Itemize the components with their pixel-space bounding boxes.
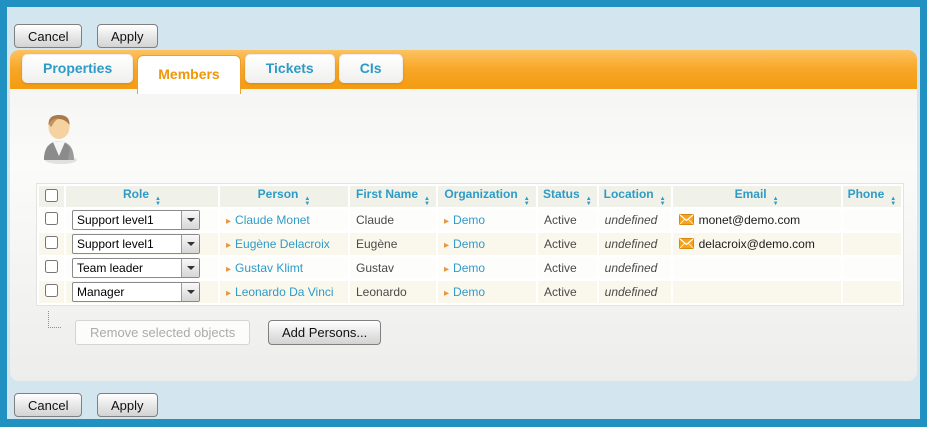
column-header-first-name: First Name▲▼: [350, 186, 436, 207]
chevron-down-icon: [181, 211, 199, 229]
table-row: Support level1 ▸Eugène Delacroix Eugène …: [39, 233, 901, 255]
person-icon: [38, 112, 80, 164]
select-all-checkbox[interactable]: [45, 189, 58, 202]
window-frame: Cancel Apply Properties Members Tickets …: [0, 0, 927, 427]
sort-icon[interactable]: ▲▼: [660, 197, 666, 207]
email-icon: [679, 214, 694, 225]
table-row: Support level1 ▸ Claude Monet Claude ▸ Dem…: [39, 209, 901, 231]
email-link[interactable]: delacroix@demo.com: [699, 237, 815, 251]
row-checkbox[interactable]: [45, 236, 58, 249]
organization-link[interactable]: Demo: [453, 285, 485, 299]
arrow-bullet-icon: ▸: [226, 264, 231, 275]
row-checkbox[interactable]: [45, 260, 58, 273]
chevron-down-icon: [181, 259, 199, 277]
phone-cell: [843, 281, 902, 303]
role-select[interactable]: Support level1: [72, 210, 200, 230]
first-name-cell: Gustav: [350, 257, 436, 279]
sort-icon[interactable]: ▲▼: [773, 197, 779, 207]
tab-panel: Properties Members Tickets CIs: [10, 50, 917, 381]
arrow-bullet-icon: ▸: [226, 240, 231, 251]
apply-button-bottom[interactable]: Apply: [97, 393, 158, 417]
row-checkbox[interactable]: [45, 212, 58, 225]
members-table-wrapper: Role▲▼ Person▲▼ First Name▲▼ Organizatio…: [36, 183, 904, 306]
role-select[interactable]: Team leader: [72, 258, 200, 278]
location-cell: undefined: [599, 281, 671, 303]
email-icon: [679, 238, 694, 249]
column-header-role: Role▲▼: [66, 186, 218, 207]
column-header-location: Location▲▼: [599, 186, 671, 207]
location-cell: undefined: [599, 209, 671, 231]
phone-cell: [843, 209, 902, 231]
tree-connector: [48, 311, 61, 328]
phone-cell: [843, 257, 902, 279]
table-row: Team leader ▸ Gustav Klimt Gustav ▸ Demo A…: [39, 257, 901, 279]
tab-bar: Properties Members Tickets CIs: [10, 50, 917, 89]
email-link[interactable]: monet@demo.com: [699, 213, 801, 227]
column-header-email: Email▲▼: [673, 186, 841, 207]
table-row: Manager ▸ Leonardo Da Vinci Leonardo ▸ Dem…: [39, 281, 901, 303]
sort-icon[interactable]: ▲▼: [586, 197, 592, 207]
arrow-bullet-icon: ▸: [444, 240, 449, 251]
organization-link[interactable]: Demo: [453, 237, 485, 251]
status-cell: Active: [538, 281, 597, 303]
location-cell: undefined: [599, 257, 671, 279]
column-header-person: Person▲▼: [220, 186, 348, 207]
organization-link[interactable]: Demo: [453, 261, 485, 275]
chevron-down-icon: [181, 283, 199, 301]
person-link[interactable]: Claude Monet: [235, 213, 310, 227]
arrow-bullet-icon: ▸: [444, 288, 449, 299]
person-link[interactable]: Leonardo Da Vinci: [235, 285, 334, 299]
apply-button-top[interactable]: Apply: [97, 24, 158, 48]
column-header-phone: Phone▲▼: [843, 186, 902, 207]
email-cell: [673, 257, 841, 279]
row-checkbox[interactable]: [45, 284, 58, 297]
status-cell: Active: [538, 209, 597, 231]
tab-members[interactable]: Members: [137, 55, 240, 94]
tab-tickets[interactable]: Tickets: [245, 54, 335, 83]
person-link[interactable]: Eugène Delacroix: [235, 237, 330, 251]
sort-icon[interactable]: ▲▼: [524, 197, 530, 207]
email-cell: [673, 281, 841, 303]
chevron-down-icon: [181, 235, 199, 253]
location-cell: undefined: [599, 233, 671, 255]
cancel-button-top[interactable]: Cancel: [14, 24, 82, 48]
remove-selected-button[interactable]: Remove selected objects: [75, 320, 250, 345]
first-name-cell: Claude: [350, 209, 436, 231]
status-cell: Active: [538, 257, 597, 279]
phone-cell: [843, 233, 902, 255]
person-link[interactable]: Gustav Klimt: [235, 261, 303, 275]
organization-link[interactable]: Demo: [453, 213, 485, 227]
column-header-status: Status▲▼: [538, 186, 597, 207]
arrow-bullet-icon: ▸: [444, 216, 449, 227]
sort-icon[interactable]: ▲▼: [890, 197, 896, 207]
tab-properties[interactable]: Properties: [22, 54, 133, 83]
status-cell: Active: [538, 233, 597, 255]
first-name-cell: Eugène: [350, 233, 436, 255]
sort-icon[interactable]: ▲▼: [424, 197, 430, 207]
arrow-bullet-icon: ▸: [226, 216, 231, 227]
role-select[interactable]: Support level1: [72, 234, 200, 254]
cancel-button-bottom[interactable]: Cancel: [14, 393, 82, 417]
add-persons-button[interactable]: Add Persons...: [268, 320, 381, 345]
role-select[interactable]: Manager: [72, 282, 200, 302]
tab-cis[interactable]: CIs: [339, 54, 403, 83]
sort-icon[interactable]: ▲▼: [155, 197, 161, 207]
first-name-cell: Leonardo: [350, 281, 436, 303]
arrow-bullet-icon: ▸: [444, 264, 449, 275]
sort-icon[interactable]: ▲▼: [304, 197, 310, 207]
table-header-row: Role▲▼ Person▲▼ First Name▲▼ Organizatio…: [39, 186, 901, 207]
page-background: Cancel Apply Properties Members Tickets …: [7, 7, 920, 419]
members-table: Role▲▼ Person▲▼ First Name▲▼ Organizatio…: [36, 183, 904, 306]
column-header-organization: Organization▲▼: [438, 186, 536, 207]
arrow-bullet-icon: ▸: [226, 288, 231, 299]
